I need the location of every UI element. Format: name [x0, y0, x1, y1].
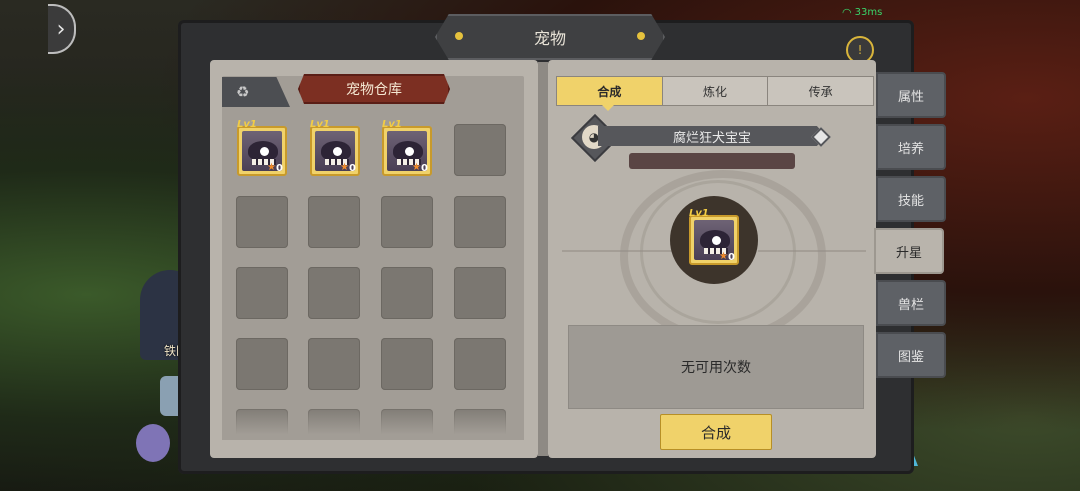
side-tab-attributes[interactable]: 属性 [876, 72, 946, 118]
synthesis-tabs: 合成 炼化 传承 [556, 76, 874, 106]
chevron-right-icon: › [56, 16, 66, 42]
warehouse-title-text: 宠物仓库 [346, 82, 402, 98]
tab-inherit[interactable]: 传承 [768, 77, 873, 105]
star-icon: ★ [267, 162, 276, 173]
tab-refine[interactable]: 炼化 [663, 77, 769, 105]
status-message-box: 无可用次数 [568, 325, 864, 409]
egg-purple [136, 424, 170, 462]
pet-level: Lv1 [382, 119, 402, 130]
warehouse-title: 宠物仓库 [298, 74, 450, 104]
empty-slot[interactable] [236, 267, 288, 319]
pet-slot[interactable]: Lv1 ★ 0 [310, 119, 360, 176]
star-icon: ★ [412, 162, 421, 173]
pet-count: 0 [349, 163, 356, 174]
active-tab-indicator [601, 104, 615, 111]
status-message: 无可用次数 [681, 360, 751, 376]
empty-slot[interactable] [381, 196, 433, 248]
empty-slot[interactable] [308, 196, 360, 248]
side-tab-star-up[interactable]: 升星 [874, 228, 944, 274]
title-dot-right [637, 32, 645, 40]
empty-slot[interactable] [454, 338, 506, 390]
pet-name: 腐烂狂犬宝宝 [672, 130, 751, 146]
rune-line-right [758, 250, 866, 252]
grid-fade [222, 404, 524, 440]
synthesize-button[interactable]: 合成 [660, 414, 772, 450]
side-tab-skills[interactable]: 技能 [876, 176, 946, 222]
window-title: 宠物 [435, 14, 665, 60]
rune-line-left [562, 250, 672, 252]
wifi-icon: ◠ [842, 6, 852, 19]
empty-slot[interactable] [308, 338, 360, 390]
pet-count: 0 [421, 163, 428, 174]
title-dot-left [455, 32, 463, 40]
pet-level: Lv1 [310, 119, 330, 130]
empty-slot[interactable] [381, 267, 433, 319]
star-icon: ★ [340, 162, 349, 173]
selected-pet-ring: Lv1 ★ 0 [670, 196, 758, 284]
empty-slot[interactable] [454, 124, 506, 176]
side-tab-training[interactable]: 培养 [876, 124, 946, 170]
pet-level: Lv1 [689, 208, 709, 219]
ping-text: 33ms [854, 7, 883, 18]
side-tab-codex[interactable]: 图鉴 [876, 332, 946, 378]
pet-level: Lv1 [237, 119, 257, 130]
network-status: ◠ 33ms [842, 6, 882, 19]
selected-pet-slot[interactable]: Lv1 ★ 0 [689, 208, 739, 265]
empty-slot[interactable] [308, 267, 360, 319]
empty-slot[interactable] [381, 338, 433, 390]
tab-synthesize[interactable]: 合成 [557, 77, 663, 105]
pet-count: 0 [728, 252, 735, 263]
pet-count: 0 [276, 163, 283, 174]
pet-slot[interactable]: Lv1 ★ 0 [237, 119, 287, 176]
side-tab-beast-pen[interactable]: 兽栏 [876, 280, 946, 326]
star-icon: ★ [719, 251, 728, 262]
window-title-text: 宠物 [533, 29, 566, 48]
empty-slot[interactable] [454, 196, 506, 248]
book-spine [538, 62, 548, 456]
recycle-icon: ♻ [236, 83, 250, 101]
warehouse-grid: Lv1 ★ 0 Lv1 ★ 0 Lv1 ★ 0 [222, 76, 524, 440]
pet-progress-bar [629, 153, 795, 169]
empty-slot[interactable] [454, 267, 506, 319]
empty-slot[interactable] [236, 338, 288, 390]
empty-slot[interactable] [236, 196, 288, 248]
pet-slot[interactable]: Lv1 ★ 0 [382, 119, 432, 176]
pet-name-bar: 腐烂狂犬宝宝 [598, 126, 826, 146]
